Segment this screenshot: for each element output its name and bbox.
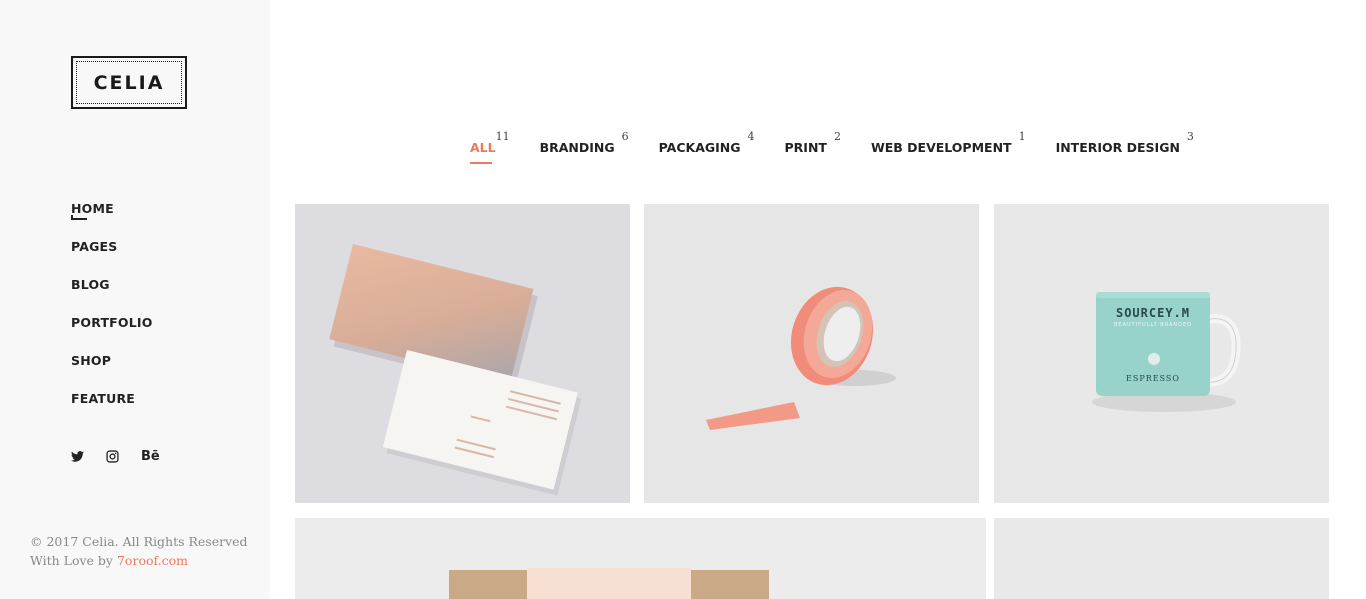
filter-packaging[interactable]: PACKAGING 4 <box>658 130 755 155</box>
copyright-text: © 2017 Celia. All Rights Reserved <box>30 534 248 549</box>
site-logo[interactable]: CELIA <box>71 56 187 109</box>
portfolio-item-business-cards[interactable] <box>295 204 630 503</box>
filter-label: ALL <box>470 140 496 155</box>
nav-item-portfolio[interactable]: PORTFOLIO <box>71 315 153 330</box>
portfolio-item-packaging-box[interactable] <box>295 518 986 599</box>
sidebar: CELIA HOME PAGES BLOG PORTFOLIO SHOP FEA… <box>0 0 270 599</box>
mug-tagline-text: BEAUTIFULLY BRANDED <box>1113 322 1192 328</box>
nav-item-feature[interactable]: FEATURE <box>71 391 135 406</box>
washi-tape-image <box>644 204 979 503</box>
credit-line: With Love by 7oroof.com <box>30 551 248 570</box>
twitter-icon[interactable] <box>71 448 84 464</box>
filter-label: PACKAGING <box>658 140 741 155</box>
filter-count: 2 <box>833 130 841 143</box>
mug-product-text: ESPRESSO <box>1126 374 1180 383</box>
filter-interior-design[interactable]: INTERIOR DESIGN 3 <box>1055 130 1194 155</box>
filter-count: 3 <box>1186 130 1194 143</box>
filter-count: 6 <box>621 130 629 143</box>
filter-print[interactable]: PRINT 2 <box>784 130 841 155</box>
portfolio-item-espresso-mug[interactable]: SOURCEY.M BEAUTIFULLY BRANDED ESPRESSO <box>994 204 1329 503</box>
portfolio-item-grey[interactable] <box>994 518 1329 599</box>
logo-text: CELIA <box>93 71 165 94</box>
filter-label: INTERIOR DESIGN <box>1055 140 1180 155</box>
portfolio-item-washi-tape[interactable] <box>644 204 979 503</box>
filter-count: 4 <box>747 130 755 143</box>
espresso-mug-image <box>994 204 1329 503</box>
nav-item-home[interactable]: HOME <box>71 201 114 220</box>
filter-label: BRANDING <box>539 140 615 155</box>
portfolio-filters: ALL 11 BRANDING 6 PACKAGING 4 PRINT 2 WEB DE… <box>470 130 1224 164</box>
nav-item-pages[interactable]: PAGES <box>71 239 118 254</box>
mug-brand-text: SOURCEY.M <box>1115 306 1191 320</box>
filter-label: PRINT <box>784 140 827 155</box>
nav-item-shop[interactable]: SHOP <box>71 353 111 368</box>
packaging-box-image <box>295 518 986 599</box>
main-nav: HOME PAGES BLOG PORTFOLIO SHOP FEATURE <box>71 200 153 428</box>
behance-icon[interactable]: Bē <box>141 448 160 464</box>
filter-label: WEB DEVELOPMENT <box>870 140 1012 155</box>
filter-branding[interactable]: BRANDING 6 <box>539 130 629 155</box>
credit-link[interactable]: 7oroof.com <box>117 553 188 568</box>
instagram-icon[interactable] <box>106 448 119 464</box>
filter-all[interactable]: ALL 11 <box>470 130 510 164</box>
filter-count: 1 <box>1018 130 1026 143</box>
filter-count: 11 <box>495 130 510 143</box>
social-links: Bē <box>71 448 160 464</box>
nav-item-blog[interactable]: BLOG <box>71 277 110 292</box>
filter-web-development[interactable]: WEB DEVELOPMENT 1 <box>870 130 1026 155</box>
copyright: © 2017 Celia. All Rights Reserved With L… <box>30 532 248 570</box>
credit-prefix: With Love by <box>30 553 117 568</box>
business-cards-image <box>295 204 630 503</box>
